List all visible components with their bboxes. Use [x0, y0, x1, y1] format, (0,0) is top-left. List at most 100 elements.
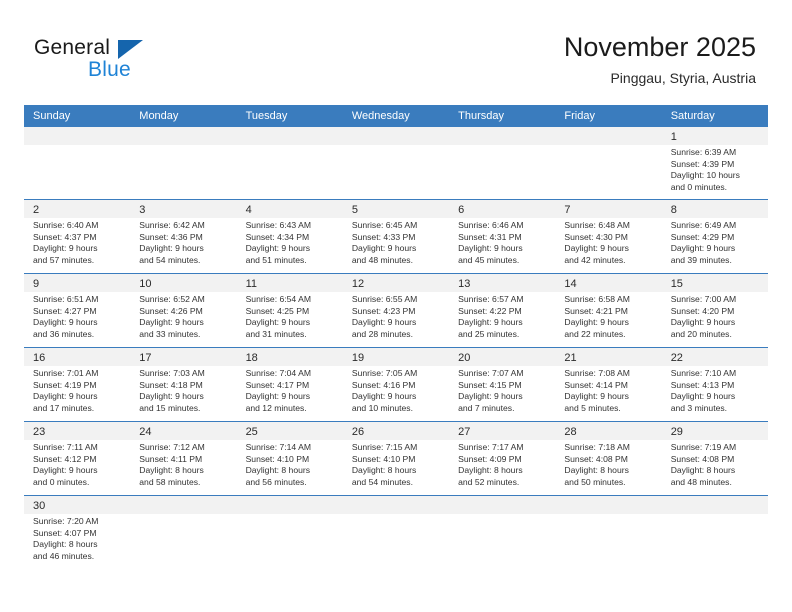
page-header: General Blue November 2025 Pinggau, Styr…	[0, 0, 792, 104]
daylight-text-line1: Daylight: 9 hours	[33, 317, 98, 328]
day-sun-info: Sunrise: 6:55 AM Sunset: 4:23 PM Daylight:…	[343, 292, 449, 340]
daylight-text-line1: Daylight: 9 hours	[670, 317, 736, 328]
sunrise-text: Sunrise: 6:55 AM	[351, 294, 418, 304]
day-number-band: 30	[24, 496, 131, 514]
daylight-text-line1: Daylight: 9 hours	[564, 391, 629, 402]
calendar-day-cell[interactable]: 2 Sunrise: 6:40 AM Sunset: 4:37 PM Daylight…	[24, 200, 131, 273]
day-sun-info: Sunrise: 6:58 AM Sunset: 4:21 PM Daylight:…	[555, 292, 661, 340]
calendar-day-cell[interactable]: 27 Sunrise: 7:17 AM Sunset: 4:09 PM Dayligh…	[449, 422, 556, 495]
calendar-day-cell[interactable]: 9 Sunrise: 6:51 AM Sunset: 4:27 PM Daylight…	[24, 274, 131, 347]
calendar-day-cell[interactable]: 14 Sunrise: 6:58 AM Sunset: 4:21 PM Dayligh…	[555, 274, 662, 347]
calendar-day-cell[interactable]: 24 Sunrise: 7:12 AM Sunset: 4:11 PM Dayligh…	[130, 422, 237, 495]
calendar-weeks: 1 Sunrise: 6:39 AM Sunset: 4:39 PM Daylight…	[24, 127, 768, 570]
calendar-day-cell[interactable]: 3 Sunrise: 6:42 AM Sunset: 4:36 PM Daylight…	[130, 200, 237, 273]
daylight-text-line1: Daylight: 8 hours	[351, 465, 417, 476]
day-number-band: 28	[555, 422, 662, 440]
page-subtitle: Pinggau, Styria, Austria	[610, 70, 756, 86]
day-number-band	[130, 496, 237, 514]
calendar-day-cell[interactable]: 10 Sunrise: 6:52 AM Sunset: 4:26 PM Dayligh…	[130, 274, 237, 347]
day-number: 21	[564, 352, 577, 364]
calendar-day-cell[interactable]: 22 Sunrise: 7:10 AM Sunset: 4:13 PM Dayligh…	[661, 348, 768, 421]
calendar-week-row: 16 Sunrise: 7:01 AM Sunset: 4:19 PM Dayligh…	[24, 348, 768, 422]
calendar-week-row: 23 Sunrise: 7:11 AM Sunset: 4:12 PM Dayligh…	[24, 422, 768, 496]
daylight-text-line2: and 54 minutes.	[139, 254, 201, 265]
day-number-band: 13	[449, 274, 556, 292]
sunset-text: Sunset: 4:34 PM	[245, 231, 310, 242]
calendar-day-cell[interactable]: 16 Sunrise: 7:01 AM Sunset: 4:19 PM Dayligh…	[24, 348, 131, 421]
daylight-text-line2: and 39 minutes.	[670, 254, 732, 265]
daylight-text-line2: and 58 minutes.	[139, 476, 201, 487]
day-sun-info: Sunrise: 7:11 AM Sunset: 4:12 PM Daylight:…	[24, 440, 130, 488]
calendar-day-cell[interactable]: 30 Sunrise: 7:20 AM Sunset: 4:07 PM Dayligh…	[24, 496, 131, 570]
day-number-band	[342, 127, 450, 145]
sunset-text: Sunset: 4:22 PM	[458, 305, 522, 316]
sunset-text: Sunset: 4:20 PM	[670, 305, 735, 316]
sunset-text: Sunset: 4:26 PM	[139, 305, 203, 316]
day-number: 5	[351, 204, 358, 216]
day-number-band	[342, 496, 450, 514]
daylight-text-line1: Daylight: 9 hours	[458, 317, 523, 328]
sunrise-text: Sunrise: 7:00 AM	[670, 294, 737, 304]
day-sun-info: Sunrise: 7:01 AM Sunset: 4:19 PM Daylight:…	[24, 366, 130, 414]
sunrise-text: Sunrise: 6:51 AM	[33, 294, 99, 304]
calendar-day-cell[interactable]: 15 Sunrise: 7:00 AM Sunset: 4:20 PM Dayligh…	[661, 274, 768, 347]
daylight-text-line1: Daylight: 9 hours	[245, 243, 311, 254]
day-sun-info: Sunrise: 7:03 AM Sunset: 4:18 PM Daylight:…	[130, 366, 236, 414]
calendar-day-cell[interactable]: 25 Sunrise: 7:14 AM Sunset: 4:10 PM Dayligh…	[236, 422, 343, 495]
calendar-day-cell[interactable]: 11 Sunrise: 6:54 AM Sunset: 4:25 PM Dayligh…	[236, 274, 343, 347]
calendar-day-cell[interactable]: 20 Sunrise: 7:07 AM Sunset: 4:15 PM Dayligh…	[449, 348, 556, 421]
day-number: 13	[458, 278, 471, 290]
calendar-week-row: 9 Sunrise: 6:51 AM Sunset: 4:27 PM Daylight…	[24, 274, 768, 348]
calendar-day-cell[interactable]: 19 Sunrise: 7:05 AM Sunset: 4:16 PM Dayligh…	[342, 348, 450, 421]
day-sun-info: Sunrise: 7:12 AM Sunset: 4:11 PM Daylight:…	[130, 440, 236, 488]
daylight-text-line2: and 48 minutes.	[670, 476, 732, 487]
sunrise-text: Sunrise: 6:48 AM	[564, 220, 630, 230]
calendar-day-cell[interactable]: 26 Sunrise: 7:15 AM Sunset: 4:10 PM Dayligh…	[342, 422, 450, 495]
day-sun-info: Sunrise: 7:17 AM Sunset: 4:09 PM Daylight:…	[449, 440, 555, 488]
daylight-text-line2: and 5 minutes.	[564, 402, 621, 413]
day-number: 23	[33, 426, 46, 438]
daylight-text-line2: and 10 minutes.	[351, 402, 413, 413]
calendar-day-cell[interactable]: 28 Sunrise: 7:18 AM Sunset: 4:08 PM Dayligh…	[555, 422, 662, 495]
day-number: 2	[33, 204, 40, 216]
calendar-day-cell[interactable]: 8 Sunrise: 6:49 AM Sunset: 4:29 PM Daylight…	[661, 200, 768, 273]
general-blue-logo[interactable]: General Blue	[34, 36, 214, 92]
daylight-text-line1: Daylight: 9 hours	[564, 317, 629, 328]
calendar-day-cell[interactable]: 13 Sunrise: 6:57 AM Sunset: 4:22 PM Dayligh…	[449, 274, 556, 347]
calendar-day-cell[interactable]: 21 Sunrise: 7:08 AM Sunset: 4:14 PM Dayligh…	[555, 348, 662, 421]
daylight-text-line1: Daylight: 9 hours	[139, 391, 204, 402]
calendar-day-cell[interactable]: 7 Sunrise: 6:48 AM Sunset: 4:30 PM Daylight…	[555, 200, 662, 273]
sunset-text: Sunset: 4:08 PM	[564, 453, 628, 464]
sunset-text: Sunset: 4:08 PM	[670, 453, 735, 464]
calendar-day-cell-empty	[449, 496, 556, 570]
sunrise-text: Sunrise: 7:05 AM	[351, 368, 418, 378]
calendar-day-cell[interactable]: 12 Sunrise: 6:55 AM Sunset: 4:23 PM Dayligh…	[342, 274, 450, 347]
day-number-band	[24, 127, 131, 145]
calendar-day-cell[interactable]: 18 Sunrise: 7:04 AM Sunset: 4:17 PM Dayligh…	[236, 348, 343, 421]
sunrise-text: Sunrise: 6:49 AM	[670, 220, 737, 230]
calendar-day-cell[interactable]: 29 Sunrise: 7:19 AM Sunset: 4:08 PM Dayligh…	[661, 422, 768, 495]
daylight-text-line1: Daylight: 9 hours	[33, 243, 98, 254]
sunset-text: Sunset: 4:33 PM	[351, 231, 416, 242]
sunset-text: Sunset: 4:37 PM	[33, 231, 97, 242]
day-sun-info: Sunrise: 7:08 AM Sunset: 4:14 PM Daylight:…	[555, 366, 661, 414]
calendar-day-cell[interactable]: 5 Sunrise: 6:45 AM Sunset: 4:33 PM Daylight…	[342, 200, 450, 273]
calendar-day-cell[interactable]: 17 Sunrise: 7:03 AM Sunset: 4:18 PM Dayligh…	[130, 348, 237, 421]
sunrise-text: Sunrise: 7:04 AM	[245, 368, 312, 378]
daylight-text-line1: Daylight: 9 hours	[33, 391, 98, 402]
day-number-band	[449, 496, 556, 514]
day-number-band	[661, 496, 768, 514]
daylight-text-line2: and 33 minutes.	[139, 328, 201, 339]
sunrise-text: Sunrise: 7:12 AM	[139, 442, 205, 452]
calendar-day-cell[interactable]: 23 Sunrise: 7:11 AM Sunset: 4:12 PM Dayligh…	[24, 422, 131, 495]
title-block: November 2025 Pinggau, Styria, Austria	[564, 30, 756, 89]
daylight-text-line2: and 45 minutes.	[458, 254, 520, 265]
logo-text-general: General	[34, 36, 111, 59]
day-sun-info: Sunrise: 6:43 AM Sunset: 4:34 PM Daylight:…	[237, 218, 343, 266]
calendar-day-cell[interactable]: 4 Sunrise: 6:43 AM Sunset: 4:34 PM Daylight…	[236, 200, 343, 273]
calendar-week-row: 30 Sunrise: 7:20 AM Sunset: 4:07 PM Dayligh…	[24, 496, 768, 570]
calendar-day-cell[interactable]: 1 Sunrise: 6:39 AM Sunset: 4:39 PM Daylight…	[661, 127, 768, 199]
calendar-day-cell[interactable]: 6 Sunrise: 6:46 AM Sunset: 4:31 PM Daylight…	[449, 200, 556, 273]
day-number: 29	[670, 426, 683, 438]
daylight-text-line1: Daylight: 9 hours	[351, 317, 417, 328]
